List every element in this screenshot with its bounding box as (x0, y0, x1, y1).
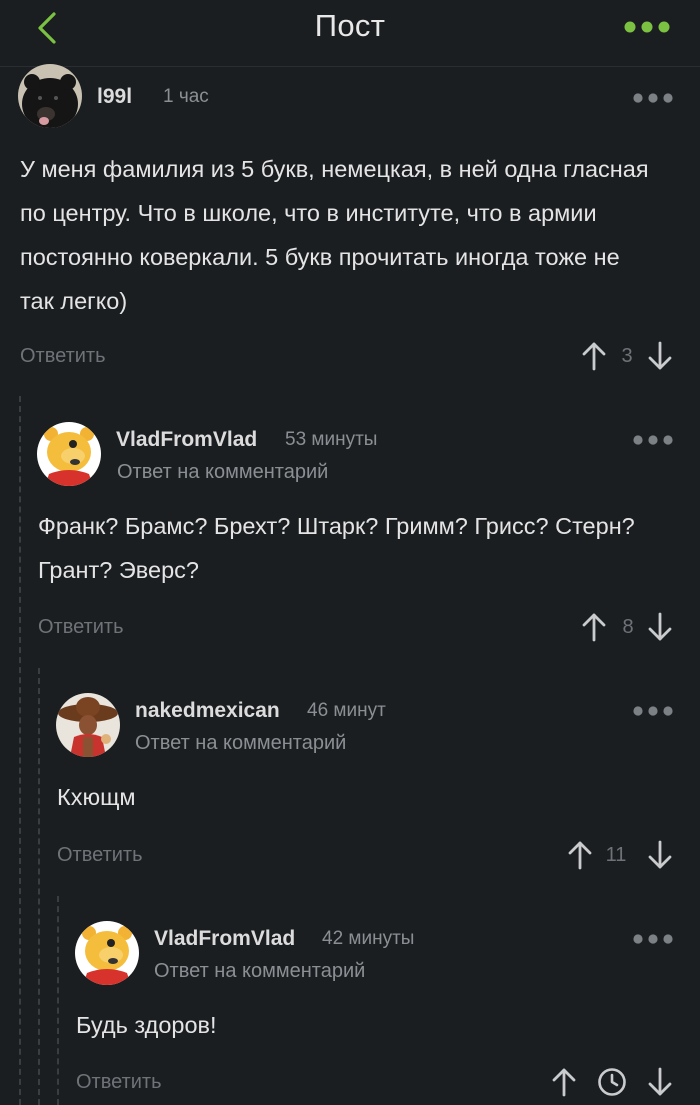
score: 8 (622, 616, 634, 638)
more-dots-icon (633, 435, 673, 445)
thread-line (19, 396, 21, 1105)
comment-more-button[interactable] (632, 704, 674, 716)
downvote-button[interactable] (645, 1067, 675, 1097)
reply-to-note[interactable]: Ответ на комментарий (135, 732, 346, 755)
comment-text: Будь здоров! (76, 1012, 217, 1038)
arrow-up-icon (552, 1068, 576, 1097)
downvote-button[interactable] (645, 840, 675, 870)
comment-time: 42 минуты (322, 928, 415, 949)
arrow-up-icon (582, 342, 606, 371)
comment-time: 46 минут (307, 700, 386, 721)
comment-more-button[interactable] (632, 932, 674, 944)
reply-button[interactable]: Ответить (38, 616, 124, 639)
arrow-down-icon (648, 840, 672, 869)
yellow-bear-avatar-icon (75, 921, 139, 985)
avatar[interactable] (18, 64, 82, 128)
thread-line (38, 668, 40, 1105)
username[interactable]: VladFromVlad (154, 927, 295, 951)
score: 3 (621, 345, 633, 367)
downvote-button[interactable] (645, 341, 675, 371)
page-title: Пост (314, 8, 386, 43)
arrow-down-icon (648, 341, 672, 370)
upvote-button[interactable] (579, 341, 609, 371)
comment-time: 53 минуты (285, 429, 378, 450)
more-dots-icon (633, 706, 673, 716)
comment-text: Франк? Брамс? Брехт? Штарк? Гримм? Грисс… (38, 513, 635, 583)
more-dots-icon (624, 21, 670, 33)
comment-more-button[interactable] (632, 433, 674, 445)
comment-time: 1 час (163, 86, 209, 107)
thread-line (57, 896, 59, 1105)
upvote-button[interactable] (565, 840, 595, 870)
arrow-up-icon (568, 841, 592, 870)
comment-text: Кхющм (57, 784, 136, 810)
arrow-down-icon (648, 1067, 672, 1096)
reply-to-note[interactable]: Ответ на комментарий (117, 461, 328, 484)
reply-button[interactable]: Ответить (57, 844, 143, 867)
bear-avatar-icon (18, 64, 82, 128)
menu-button[interactable] (622, 16, 672, 38)
reply-to-note[interactable]: Ответ на комментарий (154, 960, 365, 983)
reply-button[interactable]: Ответить (20, 345, 106, 368)
comment-text: У меня фамилия из 5 букв, немецкая, в не… (20, 156, 649, 314)
upvote-button[interactable] (579, 612, 609, 642)
comment-more-button[interactable] (632, 91, 674, 103)
score-pending-indicator (597, 1067, 627, 1097)
score: 11 (605, 844, 627, 866)
username[interactable]: nakedmexican (135, 699, 280, 723)
avatar[interactable] (56, 693, 120, 757)
reply-button[interactable]: Ответить (76, 1071, 162, 1094)
username[interactable]: VladFromVlad (116, 428, 257, 452)
arrow-down-icon (648, 612, 672, 641)
yellow-bear-avatar-icon (37, 422, 101, 486)
more-dots-icon (633, 93, 673, 103)
clock-icon (598, 1068, 626, 1096)
sombrero-man-avatar-icon (56, 693, 120, 757)
top-bar: Пост (0, 0, 700, 67)
avatar[interactable] (75, 921, 139, 985)
username[interactable]: l99l (97, 85, 132, 109)
more-dots-icon (633, 934, 673, 944)
arrow-up-icon (582, 613, 606, 642)
upvote-button[interactable] (549, 1067, 579, 1097)
downvote-button[interactable] (645, 612, 675, 642)
avatar[interactable] (37, 422, 101, 486)
